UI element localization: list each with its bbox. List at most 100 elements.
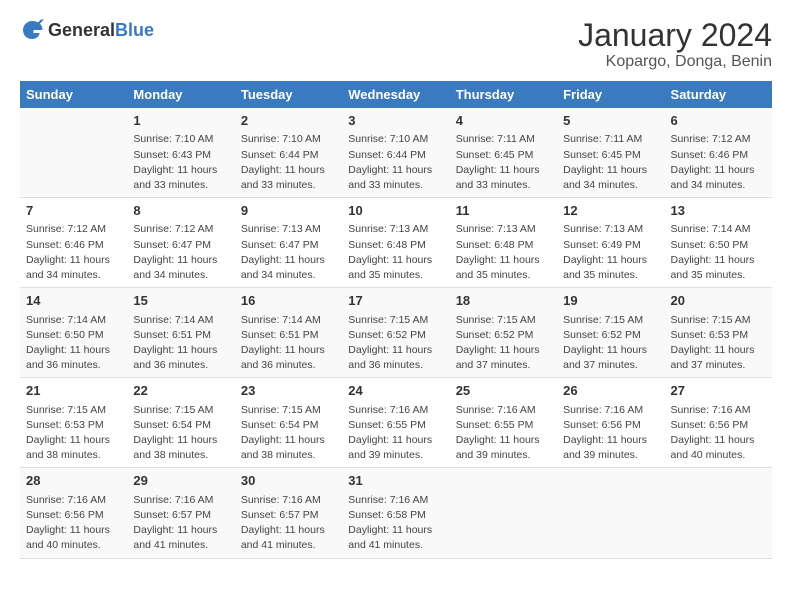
day-number: 12 (563, 202, 658, 220)
calendar-cell: 1 Sunrise: 7:10 AM Sunset: 6:43 PM Daylig… (127, 108, 234, 198)
day-info: Sunrise: 7:15 AM Sunset: 6:52 PM Dayligh… (348, 313, 443, 374)
calendar-title: January 2024 (578, 18, 772, 53)
day-info: Sunrise: 7:16 AM Sunset: 6:58 PM Dayligh… (348, 493, 443, 554)
calendar-cell: 8Sunrise: 7:12 AM Sunset: 6:47 PM Daylig… (127, 198, 234, 288)
calendar-cell: 4 Sunrise: 7:11 AM Sunset: 6:45 PM Daylig… (450, 108, 557, 198)
calendar-cell: 22Sunrise: 7:15 AM Sunset: 6:54 PM Dayli… (127, 378, 234, 468)
day-info: Sunrise: 7:10 AM Sunset: 6:43 PM Dayligh… (133, 132, 228, 193)
logo-text: General Blue (48, 21, 154, 39)
day-info: Sunrise: 7:11 AM Sunset: 6:45 PM Dayligh… (456, 132, 551, 193)
day-info: Sunrise: 7:15 AM Sunset: 6:54 PM Dayligh… (133, 403, 228, 464)
day-number: 27 (671, 382, 766, 400)
day-info: Sunrise: 7:13 AM Sunset: 6:48 PM Dayligh… (456, 222, 551, 283)
logo-icon (20, 18, 44, 42)
week-row-1: 7 Sunrise: 7:12 AM Sunset: 6:46 PM Daylig… (20, 198, 772, 288)
header-row: Sunday Monday Tuesday Wednesday Thursday… (20, 81, 772, 108)
week-row-0: 1 Sunrise: 7:10 AM Sunset: 6:43 PM Daylig… (20, 108, 772, 198)
calendar-cell (450, 468, 557, 558)
day-number: 5 (563, 112, 658, 130)
day-number: 26 (563, 382, 658, 400)
day-info: Sunrise: 7:14 AM Sunset: 6:51 PM Dayligh… (241, 313, 336, 374)
day-info: Sunrise: 7:10 AM Sunset: 6:44 PM Dayligh… (241, 132, 336, 193)
day-number: 8 (133, 202, 228, 220)
day-number: 1 (133, 112, 228, 130)
logo-blue: Blue (115, 21, 154, 39)
calendar-cell: 23 Sunrise: 7:15 AM Sunset: 6:54 PM Dayli… (235, 378, 342, 468)
calendar-cell: 29 Sunrise: 7:16 AM Sunset: 6:57 PM Dayli… (127, 468, 234, 558)
day-info: Sunrise: 7:13 AM Sunset: 6:48 PM Dayligh… (348, 222, 443, 283)
day-number: 18 (456, 292, 551, 310)
day-number: 28 (26, 472, 121, 490)
calendar-cell: 11 Sunrise: 7:13 AM Sunset: 6:48 PM Dayli… (450, 198, 557, 288)
day-number: 15 (133, 292, 228, 310)
calendar-cell: 14 Sunrise: 7:14 AM Sunset: 6:50 PM Dayli… (20, 288, 127, 378)
title-block: January 2024 Kopargo, Donga, Benin (578, 18, 772, 71)
day-info: Sunrise: 7:16 AM Sunset: 6:56 PM Dayligh… (26, 493, 121, 554)
day-number: 13 (671, 202, 766, 220)
calendar-cell: 9Sunrise: 7:13 AM Sunset: 6:47 PM Daylig… (235, 198, 342, 288)
col-sunday: Sunday (20, 81, 127, 108)
day-info: Sunrise: 7:16 AM Sunset: 6:55 PM Dayligh… (348, 403, 443, 464)
day-info: Sunrise: 7:16 AM Sunset: 6:56 PM Dayligh… (671, 403, 766, 464)
day-number: 21 (26, 382, 121, 400)
day-number: 19 (563, 292, 658, 310)
calendar-cell (20, 108, 127, 198)
day-number: 6 (671, 112, 766, 130)
day-info: Sunrise: 7:16 AM Sunset: 6:57 PM Dayligh… (133, 493, 228, 554)
day-number: 10 (348, 202, 443, 220)
day-number: 11 (456, 202, 551, 220)
day-info: Sunrise: 7:15 AM Sunset: 6:53 PM Dayligh… (671, 313, 766, 374)
day-number: 30 (241, 472, 336, 490)
calendar-cell: 27 Sunrise: 7:16 AM Sunset: 6:56 PM Dayli… (665, 378, 772, 468)
week-row-3: 21Sunrise: 7:15 AM Sunset: 6:53 PM Dayli… (20, 378, 772, 468)
week-row-2: 14 Sunrise: 7:14 AM Sunset: 6:50 PM Dayli… (20, 288, 772, 378)
col-friday: Friday (557, 81, 664, 108)
day-info: Sunrise: 7:12 AM Sunset: 6:46 PM Dayligh… (26, 222, 121, 283)
day-number: 9 (241, 202, 336, 220)
day-number: 29 (133, 472, 228, 490)
calendar-cell: 19 Sunrise: 7:15 AM Sunset: 6:52 PM Dayli… (557, 288, 664, 378)
calendar-cell: 20 Sunrise: 7:15 AM Sunset: 6:53 PM Dayli… (665, 288, 772, 378)
week-row-4: 28 Sunrise: 7:16 AM Sunset: 6:56 PM Dayli… (20, 468, 772, 558)
calendar-cell: 3 Sunrise: 7:10 AM Sunset: 6:44 PM Daylig… (342, 108, 449, 198)
calendar-cell: 21Sunrise: 7:15 AM Sunset: 6:53 PM Dayli… (20, 378, 127, 468)
day-info: Sunrise: 7:11 AM Sunset: 6:45 PM Dayligh… (563, 132, 658, 193)
day-info: Sunrise: 7:10 AM Sunset: 6:44 PM Dayligh… (348, 132, 443, 193)
col-wednesday: Wednesday (342, 81, 449, 108)
col-thursday: Thursday (450, 81, 557, 108)
day-info: Sunrise: 7:14 AM Sunset: 6:50 PM Dayligh… (671, 222, 766, 283)
day-info: Sunrise: 7:14 AM Sunset: 6:50 PM Dayligh… (26, 313, 121, 374)
day-number: 7 (26, 202, 121, 220)
day-info: Sunrise: 7:16 AM Sunset: 6:55 PM Dayligh… (456, 403, 551, 464)
header: General Blue January 2024 Kopargo, Donga… (20, 18, 772, 71)
day-info: Sunrise: 7:13 AM Sunset: 6:49 PM Dayligh… (563, 222, 658, 283)
logo: General Blue (20, 18, 154, 42)
day-info: Sunrise: 7:15 AM Sunset: 6:54 PM Dayligh… (241, 403, 336, 464)
day-info: Sunrise: 7:14 AM Sunset: 6:51 PM Dayligh… (133, 313, 228, 374)
calendar-cell: 12 Sunrise: 7:13 AM Sunset: 6:49 PM Dayli… (557, 198, 664, 288)
calendar-table: Sunday Monday Tuesday Wednesday Thursday… (20, 81, 772, 558)
day-info: Sunrise: 7:15 AM Sunset: 6:52 PM Dayligh… (563, 313, 658, 374)
day-number: 2 (241, 112, 336, 130)
calendar-cell: 24Sunrise: 7:16 AM Sunset: 6:55 PM Dayli… (342, 378, 449, 468)
day-number: 16 (241, 292, 336, 310)
day-number: 23 (241, 382, 336, 400)
day-number: 20 (671, 292, 766, 310)
calendar-cell: 7 Sunrise: 7:12 AM Sunset: 6:46 PM Daylig… (20, 198, 127, 288)
col-saturday: Saturday (665, 81, 772, 108)
calendar-cell: 15 Sunrise: 7:14 AM Sunset: 6:51 PM Dayli… (127, 288, 234, 378)
day-info: Sunrise: 7:15 AM Sunset: 6:52 PM Dayligh… (456, 313, 551, 374)
day-number: 14 (26, 292, 121, 310)
col-tuesday: Tuesday (235, 81, 342, 108)
calendar-cell: 25 Sunrise: 7:16 AM Sunset: 6:55 PM Dayli… (450, 378, 557, 468)
calendar-cell: 31Sunrise: 7:16 AM Sunset: 6:58 PM Dayli… (342, 468, 449, 558)
day-info: Sunrise: 7:16 AM Sunset: 6:57 PM Dayligh… (241, 493, 336, 554)
day-number: 3 (348, 112, 443, 130)
calendar-cell: 28 Sunrise: 7:16 AM Sunset: 6:56 PM Dayli… (20, 468, 127, 558)
day-number: 17 (348, 292, 443, 310)
calendar-cell: 17 Sunrise: 7:15 AM Sunset: 6:52 PM Dayli… (342, 288, 449, 378)
calendar-cell: 26Sunrise: 7:16 AM Sunset: 6:56 PM Dayli… (557, 378, 664, 468)
day-number: 4 (456, 112, 551, 130)
day-number: 25 (456, 382, 551, 400)
calendar-cell: 5 Sunrise: 7:11 AM Sunset: 6:45 PM Daylig… (557, 108, 664, 198)
